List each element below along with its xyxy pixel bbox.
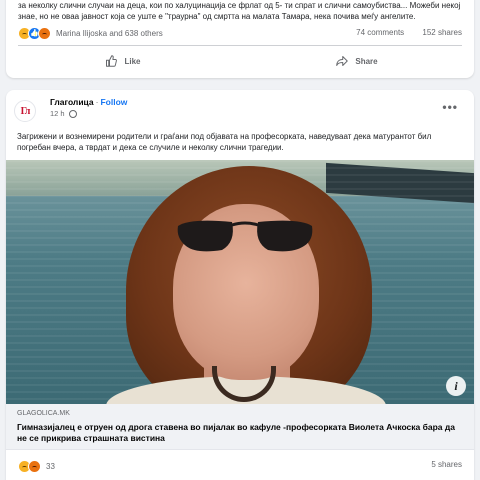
like-button[interactable]: Like (6, 50, 240, 72)
reactions-count[interactable]: 33 (46, 462, 55, 471)
divider (18, 45, 462, 46)
reaction-icons (18, 26, 51, 40)
info-icon[interactable]: i (446, 376, 466, 396)
comments-count[interactable]: 74 comments (356, 28, 404, 37)
sunglasses (177, 220, 313, 252)
link-preview[interactable]: GLAGOLICA.MK Гимназијалец е отруен од др… (6, 404, 474, 450)
reactions-summary[interactable]: 33 (18, 458, 55, 474)
post-text: Загрижени и вознемирени родители и граѓа… (17, 132, 432, 152)
share-button[interactable]: Share (240, 50, 474, 72)
post-header: Глаголица · Follow (50, 97, 128, 107)
page-name-link[interactable]: Глаголица (50, 97, 94, 107)
share-label: Share (355, 56, 378, 66)
shares-count[interactable]: 5 shares (431, 460, 462, 469)
post-stats: 74 comments 152 shares (340, 28, 462, 37)
glagolica-logo: Гл (20, 105, 31, 117)
reactions-text[interactable]: Marina Ilijoska and 638 others (56, 29, 163, 38)
post-card-previous: за неколку слични случаи на деца, кои по… (6, 0, 474, 78)
thumbs-up-icon (106, 55, 118, 67)
more-options-button[interactable]: ••• (442, 100, 458, 114)
follow-button[interactable]: Follow (100, 97, 127, 107)
timestamp-text: 12 h (50, 109, 65, 118)
angry-reaction-icon (28, 459, 41, 473)
globe-icon (68, 109, 77, 118)
link-domain: GLAGOLICA.MK (17, 410, 70, 417)
post-timestamp[interactable]: 12 h (50, 109, 77, 118)
page-avatar[interactable]: Гл (14, 100, 36, 122)
link-title[interactable]: Гимназијалец е отруен од дрога ставена в… (17, 422, 463, 444)
post-actions: Like Share (6, 50, 474, 72)
post-text: за неколку слични случаи на деца, кои по… (18, 1, 461, 21)
angry-reaction-icon (38, 26, 51, 40)
like-label: Like (124, 56, 141, 66)
post-photo[interactable]: i (6, 160, 474, 404)
reactions-summary[interactable]: Marina Ilijoska and 638 others (18, 25, 163, 41)
shares-count[interactable]: 152 shares (422, 28, 462, 37)
share-arrow-icon (336, 56, 349, 66)
reaction-icons (18, 459, 41, 473)
